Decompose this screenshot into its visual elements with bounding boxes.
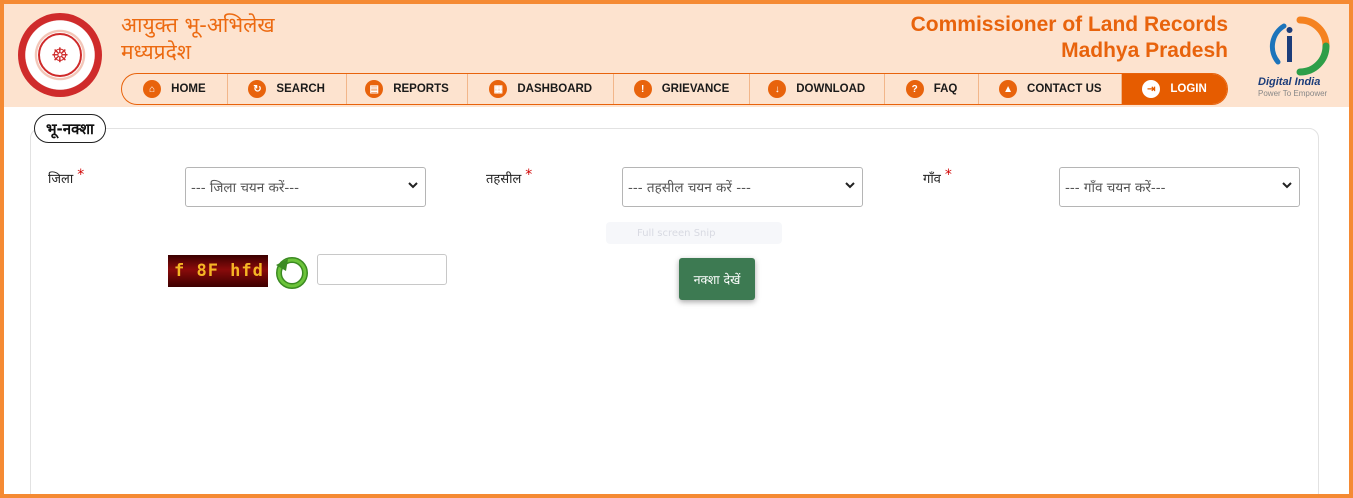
district-select-value: --- जिला चयन करें--- [191, 180, 300, 196]
captcha-input[interactable] [317, 254, 447, 285]
dashboard-icon: ▦ [489, 80, 508, 98]
nav-search[interactable]: ↻ SEARCH [228, 74, 347, 104]
hindi-title: आयुक्त भू-अभिलेख मध्यप्रदेश [121, 12, 275, 66]
page-frame: ☸ आयुक्त भू-अभिलेख मध्यप्रदेश Commission… [4, 4, 1349, 494]
nav-contact-us[interactable]: ▲ CONTACT US [979, 74, 1123, 104]
login-icon: ⇥ [1142, 80, 1161, 98]
nav-reports[interactable]: ▤ REPORTS [347, 74, 469, 104]
nav-dashboard[interactable]: ▦ DASHBOARD [468, 74, 615, 104]
english-title-line1: Commissioner of Land Records [910, 13, 1228, 36]
nav-home-label: HOME [171, 83, 206, 95]
nav-faq-label: FAQ [933, 83, 958, 95]
refresh-search-icon: ↻ [248, 80, 267, 98]
view-map-button[interactable]: नक्शा देखें [679, 258, 755, 300]
faq-icon: ? [905, 80, 924, 98]
village-label-text: गाँव [923, 172, 941, 187]
village-select-value: --- गाँव चयन करें--- [1065, 180, 1166, 196]
english-title-line2: Madhya Pradesh [1061, 39, 1228, 62]
nav-download-label: DOWNLOAD [796, 83, 866, 95]
main-nav: ⌂ HOME ↻ SEARCH ▤ REPORTS ▦ DASHBOARD ! … [121, 73, 1228, 105]
nav-dashboard-label: DASHBOARD [517, 83, 593, 95]
village-label: गाँव * [923, 167, 952, 187]
download-icon: ↓ [768, 80, 787, 98]
nav-login[interactable]: ⇥ LOGIN [1122, 74, 1227, 104]
captcha-refresh-icon[interactable] [274, 255, 310, 289]
site-header: ☸ आयुक्त भू-अभिलेख मध्यप्रदेश Commission… [4, 4, 1349, 107]
district-label-text: जिला [48, 172, 74, 187]
nav-contact-label: CONTACT US [1027, 83, 1102, 95]
tehsil-label-text: तहसील [486, 172, 522, 187]
nav-faq[interactable]: ? FAQ [885, 74, 980, 104]
nav-grievance[interactable]: ! GRIEVANCE [614, 74, 750, 104]
nav-grievance-label: GRIEVANCE [661, 83, 730, 95]
nav-home[interactable]: ⌂ HOME [122, 74, 228, 104]
mp-emblem-logo: ☸ [18, 13, 102, 97]
chevron-down-icon [408, 182, 418, 189]
village-select[interactable]: --- गाँव चयन करें--- [1059, 167, 1300, 207]
nav-reports-label: REPORTS [393, 83, 449, 95]
hindi-title-line2: मध्यप्रदेश [121, 40, 192, 64]
chevron-down-icon [1282, 182, 1292, 189]
contact-icon: ▲ [999, 80, 1018, 98]
digital-india-emblem-icon [1269, 16, 1330, 76]
required-mark: * [525, 167, 533, 183]
english-title: Commissioner of Land Records Madhya Prad… [911, 12, 1228, 64]
tehsil-select-value: --- तहसील चयन करें --- [628, 180, 751, 196]
tehsil-label: तहसील * [486, 167, 533, 187]
captcha-image: f 8F hfd [168, 255, 268, 287]
panel-legend: भू-नक्शा [34, 114, 106, 143]
nav-login-label: LOGIN [1170, 83, 1207, 95]
snip-tooltip: Full screen Snip [606, 222, 782, 244]
chevron-down-icon [845, 182, 855, 189]
home-icon: ⌂ [143, 80, 162, 98]
district-select[interactable]: --- जिला चयन करें--- [185, 167, 426, 207]
nav-download[interactable]: ↓ DOWNLOAD [750, 74, 885, 104]
report-icon: ▤ [365, 80, 384, 98]
tehsil-select[interactable]: --- तहसील चयन करें --- [622, 167, 863, 207]
emblem-center-icon: ☸ [38, 33, 82, 77]
digital-india-tagline: Power To Empower [1258, 89, 1328, 98]
required-mark: * [77, 167, 85, 183]
required-mark: * [944, 167, 952, 183]
nav-search-label: SEARCH [276, 83, 325, 95]
grievance-icon: ! [633, 80, 652, 98]
digital-india-text: Digital India [1258, 76, 1321, 88]
digital-india-logo: Digital India Power To Empower [1256, 14, 1344, 100]
district-label: जिला * [48, 167, 85, 187]
hindi-title-line1: आयुक्त भू-अभिलेख [121, 13, 275, 37]
